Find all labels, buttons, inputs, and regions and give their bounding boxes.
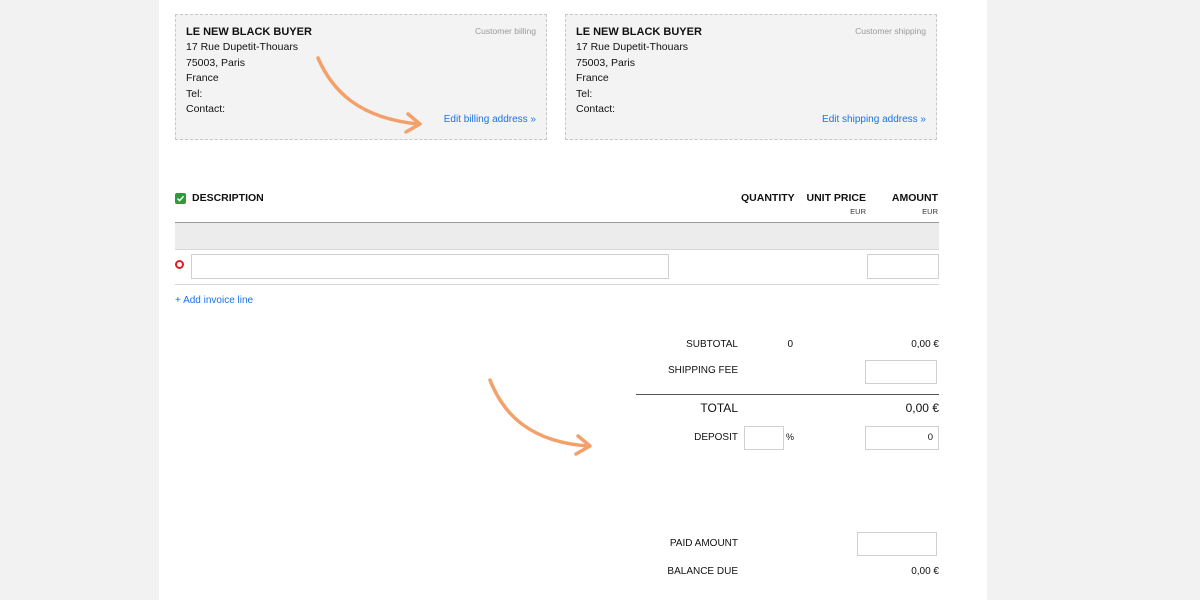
total-label: TOTAL: [700, 401, 738, 415]
shipping-tag: Customer shipping: [855, 26, 926, 36]
amount-currency: EUR: [922, 207, 938, 216]
subtotal-value: 0,00 €: [911, 339, 939, 350]
billing-city: 75003, Paris: [186, 56, 245, 69]
deposit-label: DEPOSIT: [694, 432, 738, 443]
unit-price-currency: EUR: [850, 207, 866, 216]
deposit-percent-symbol: %: [786, 432, 795, 442]
description-column-title: DESCRIPTION: [192, 192, 264, 204]
shipping-city: 75003, Paris: [576, 56, 635, 69]
shipping-fee-input[interactable]: [865, 360, 937, 384]
subtotal-quantity: 0: [787, 339, 793, 350]
invoice-page: LE NEW BLACK BUYER Customer billing 17 R…: [159, 0, 987, 600]
shipping-contact: Contact:: [576, 103, 616, 115]
deposit-amount-input[interactable]: 0: [865, 426, 939, 450]
shipping-name: LE NEW BLACK BUYER: [576, 26, 702, 38]
deposit-percent-input[interactable]: [744, 426, 784, 450]
shipping-address-box: LE NEW BLACK BUYER Customer shipping 17 …: [565, 14, 937, 140]
table-header-band: [175, 223, 939, 250]
balance-due-value: 0,00 €: [911, 566, 939, 577]
total-value: 0,00 €: [905, 401, 939, 415]
edit-billing-address-link[interactable]: Edit billing address »: [444, 112, 536, 128]
billing-contact: Contact:: [186, 103, 226, 115]
unit-price-column-title: UNIT PRICE: [806, 192, 866, 204]
line-description-input[interactable]: [191, 254, 669, 279]
billing-tag: Customer billing: [475, 26, 536, 36]
total-divider: [636, 394, 939, 395]
paid-amount-input[interactable]: [857, 532, 937, 556]
line-amount-input[interactable]: [867, 254, 939, 279]
subtotal-label: SUBTOTAL: [686, 339, 738, 350]
unit-price-header: UNIT PRICE EUR: [806, 192, 866, 216]
balance-due-label: BALANCE DUE: [667, 566, 738, 577]
edit-shipping-address-link[interactable]: Edit shipping address »: [822, 112, 926, 128]
billing-tel: Tel:: [186, 87, 203, 100]
invoice-line-row: [175, 250, 939, 285]
billing-address-box: LE NEW BLACK BUYER Customer billing 17 R…: [175, 14, 547, 140]
amount-header: AMOUNT EUR: [892, 192, 938, 216]
billing-name: LE NEW BLACK BUYER: [186, 26, 312, 38]
billing-country: France: [186, 72, 219, 84]
shipping-country: France: [576, 72, 609, 84]
billing-street: 17 Rue Dupetit-Thouars: [186, 41, 299, 53]
shipping-street: 17 Rue Dupetit-Thouars: [576, 41, 689, 53]
add-invoice-line-link[interactable]: + Add invoice line: [175, 295, 253, 306]
remove-circle-icon[interactable]: [175, 260, 184, 269]
shipping-address-lines: 17 Rue Dupetit-Thouars 75003, Paris Fran…: [576, 40, 688, 118]
quantity-column-title: QUANTITY: [741, 192, 795, 204]
shipping-tel: Tel:: [576, 87, 593, 100]
paid-amount-label: PAID AMOUNT: [669, 538, 738, 549]
amount-column-title: AMOUNT: [891, 192, 938, 204]
checkbox-checked-icon[interactable]: [175, 192, 186, 204]
shipping-fee-label: SHIPPING FEE: [667, 365, 738, 376]
billing-address-lines: 17 Rue Dupetit-Thouars 75003, Paris Fran…: [186, 40, 298, 118]
description-header: DESCRIPTION: [175, 192, 264, 204]
